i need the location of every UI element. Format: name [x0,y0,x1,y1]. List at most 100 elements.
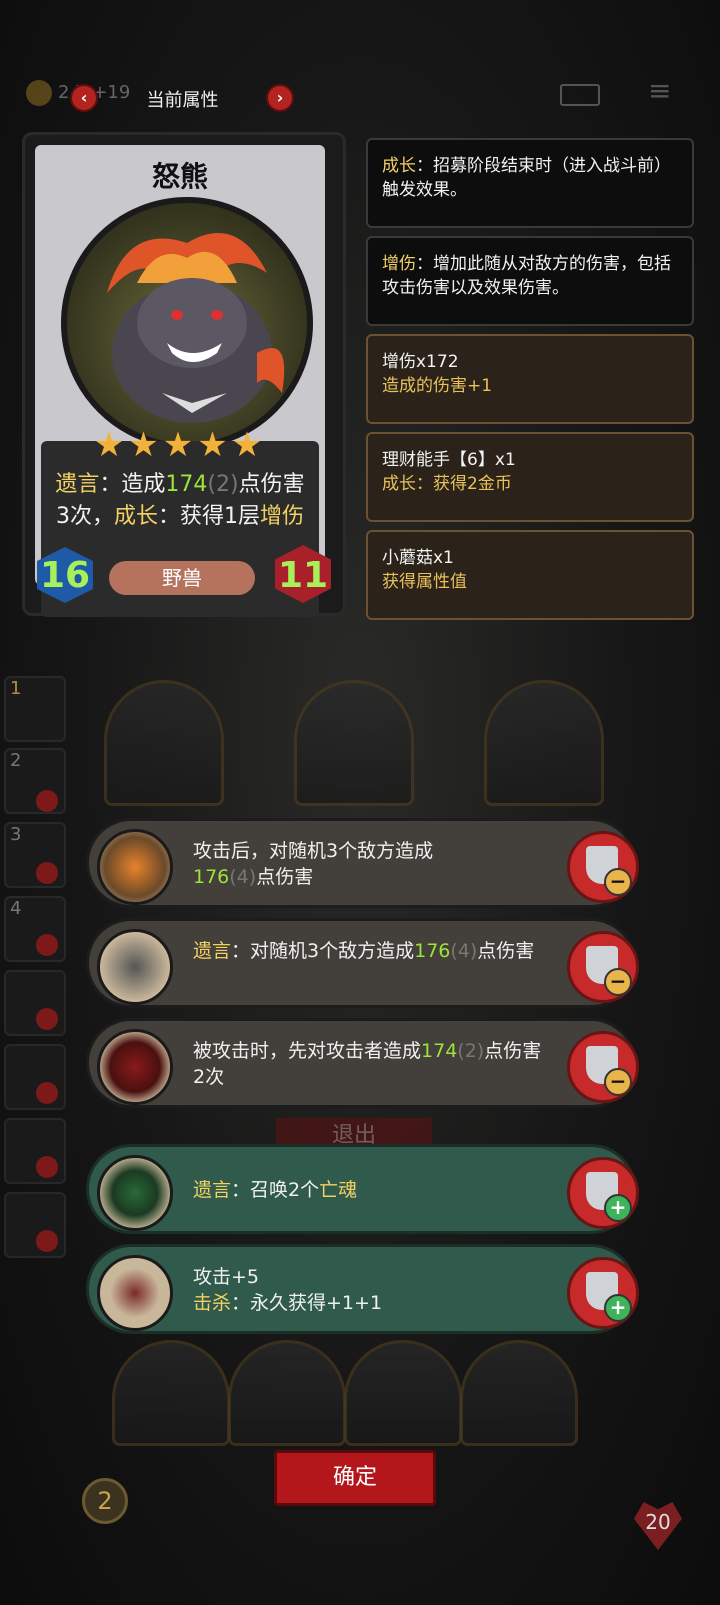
minus-icon: − [604,1068,632,1096]
damage-base: (2) [207,472,239,497]
skull-icon [36,1156,58,1178]
ability-text: 被攻击时，先对攻击者造成174(2)点伤害2次 [193,1038,543,1090]
sidebar-slot: 4 [4,896,66,962]
keyword-growth: 成长 [113,504,158,529]
ability-text: 攻击后，对随机3个敌方造成 176(4)点伤害 [193,838,543,890]
sidebar-slot [4,1118,66,1184]
life-value: 20 [645,1510,671,1534]
sidebar-slot: 1 [4,676,66,742]
gold-counter: 2 [82,1478,128,1524]
skull-icon [36,1230,58,1252]
buff-info-panel: 小蘑菇x1 获得属性值 [366,530,694,620]
page-title: 当前属性 [146,90,219,111]
ability-text-part: 点伤害 [477,940,535,962]
damage-value: 174 [165,472,208,497]
skull-icon [36,934,58,956]
card-face: 怒熊 ★★★★★ 遗言：造成174(2)点伤害3次，成长：获得1层增伤 [35,145,325,617]
add-ability-button[interactable]: + [567,1157,639,1229]
ability-text-part: 被攻击时，先对攻击者造成 [193,1040,422,1062]
keyword-info-panel: 成长：招募阶段结束时（进入战斗前）触发效果。 [366,138,694,228]
slot-number: 2 [10,750,22,771]
buff-info-panel: 理财能手【6】x1 成长：获得2金币 [366,432,694,522]
ability-row: 遗言：召唤2个亡魂 + [86,1144,639,1234]
spear-icon [97,1255,173,1331]
minus-icon: − [604,868,632,896]
plus-icon: + [604,1294,632,1322]
keyword-damage-boost: 增伤 [260,504,305,529]
bear-icon [107,233,285,423]
slot-number: 3 [10,824,22,845]
keyword-info-panel: 增伤：增加此随从对敌方的伤害，包括攻击伤害以及效果伤害。 [366,236,694,326]
prev-arrow-button[interactable]: ‹ [70,84,98,112]
damage-value: 174 [421,1040,458,1062]
battery-icon [560,84,600,106]
damage-base: (4) [229,866,257,888]
keyword-damage-boost: 增伤 [382,254,416,274]
skull-icon [36,1008,58,1030]
card-description: 遗言：造成174(2)点伤害3次，成长：获得1层增伤 [51,469,309,533]
buff-name: 理财能手【6】x1 [382,450,516,470]
board-minion [484,680,604,806]
sidebar-slot [4,1044,66,1110]
top-bar: 2 7 +19 ‹ 当前属性 › ≡ [0,70,720,120]
minion-card: 怒熊 ★★★★★ 遗言：造成174(2)点伤害3次，成长：获得1层增伤 16 野… [22,132,346,617]
add-ability-button[interactable]: + [567,1257,639,1329]
angry-bear-portrait [61,197,313,449]
ability-text-part: 点伤害 [256,866,314,888]
coin-icon [26,80,52,106]
damage-value: 176 [414,940,451,962]
keyword-kill: 击杀 [193,1292,232,1314]
slot-number: 1 [10,678,22,699]
ability-text-part: ：召唤2个 [231,1179,320,1201]
ability-row: 被攻击时，先对攻击者造成174(2)点伤害2次 − [86,1018,639,1108]
buff-name: 小蘑菇x1 [382,548,454,568]
keyword-growth: 成长 [382,156,416,176]
damage-base: (2) [457,1040,485,1062]
shop-minion [344,1340,462,1446]
confirm-button[interactable]: 确定 [274,1450,436,1506]
shop-minion [228,1340,346,1446]
buff-info-panel: 增伤x172 造成的伤害+1 [366,334,694,424]
remove-ability-button[interactable]: − [567,931,639,1003]
ability-text-part: 攻击+5 [193,1266,260,1288]
remove-ability-button[interactable]: − [567,1031,639,1103]
buff-effect: 获得属性值 [382,572,467,592]
minus-icon: − [604,968,632,996]
skull-icon [36,1082,58,1104]
board-minion [104,680,224,806]
plus-icon: + [604,1194,632,1222]
buff-name: 增伤x172 [382,352,459,372]
ability-text: 遗言：召唤2个亡魂 [193,1177,543,1203]
ability-row: 遗言：对随机3个敌方造成176(4)点伤害 − [86,918,639,1008]
ability-text: 遗言：对随机3个敌方造成176(4)点伤害 [193,938,543,964]
next-arrow-button[interactable]: › [266,84,294,112]
remove-ability-button[interactable]: − [567,831,639,903]
star-rating: ★★★★★ [93,425,267,465]
shop-minion [112,1340,230,1446]
ability-row: 攻击+5 击杀：永久获得+1+1 + [86,1244,639,1334]
slot-number: 4 [10,898,22,919]
shop-minion [460,1340,578,1446]
keyword-deathrattle: 遗言 [55,472,100,497]
board-minion [294,680,414,806]
hooded-figure-icon [97,1029,173,1105]
keyword-deathrattle: 遗言 [193,1179,232,1201]
skull-icon [36,862,58,884]
attack-value: 16 [39,555,91,596]
keyword-explanation: ：招募阶段结束时（进入战斗前）触发效果。 [382,156,671,200]
damage-value: 176 [193,866,230,888]
sidebar-slot [4,1192,66,1258]
tribe-badge: 野兽 [109,561,255,595]
sidebar-slot [4,970,66,1036]
keyword-ghost: 亡魂 [319,1179,358,1201]
explosion-icon [97,829,173,905]
damage-base: (4) [450,940,478,962]
desc-text: ：获得1层 [158,504,260,529]
skull-icon [36,790,58,812]
lantern-icon [97,1155,173,1231]
buff-effect: 成长：获得2金币 [382,474,512,494]
menu-icon[interactable]: ≡ [648,76,678,106]
health-value: 11 [277,555,329,596]
keyword-deathrattle: 遗言 [193,940,232,962]
keyword-explanation: ：增加此随从对敌方的伤害，包括攻击伤害以及效果伤害。 [382,254,671,298]
